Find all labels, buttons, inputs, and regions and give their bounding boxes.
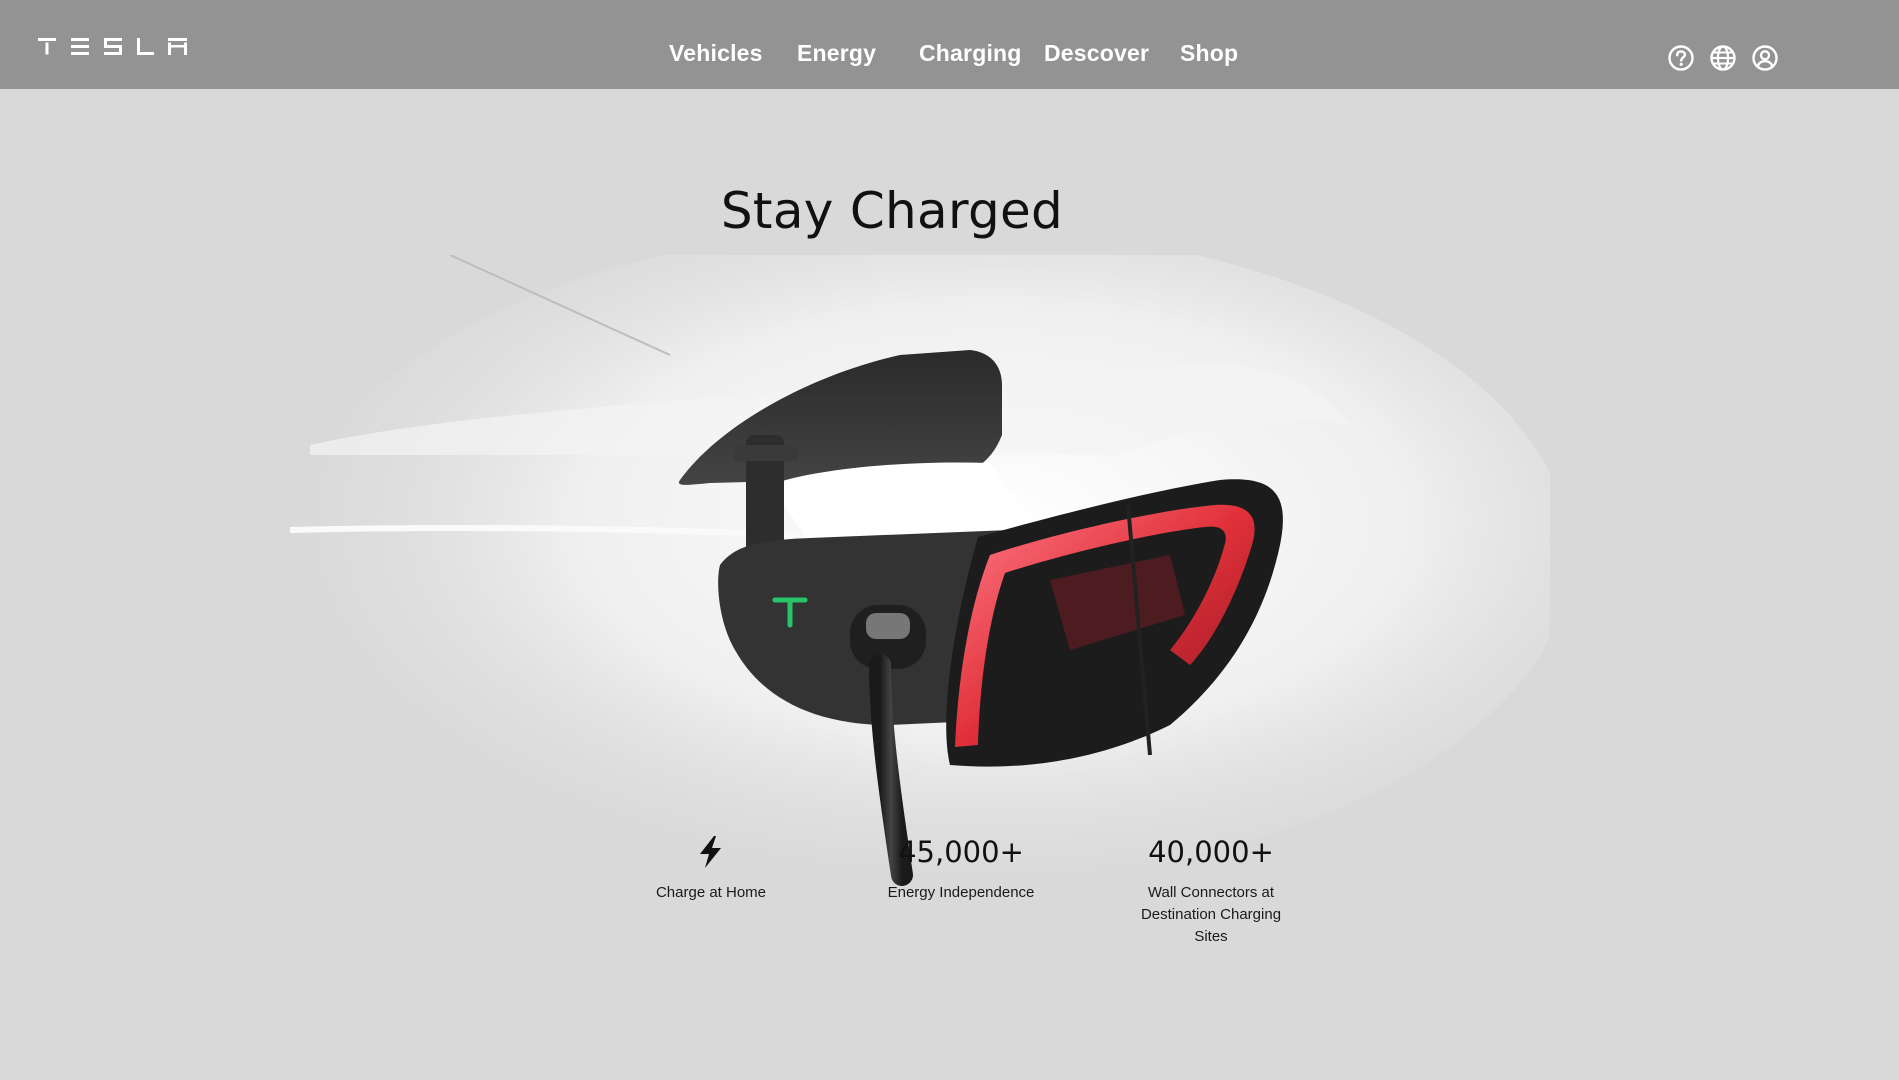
account-icon[interactable]: [1751, 44, 1779, 72]
globe-icon[interactable]: [1709, 44, 1737, 72]
stat-value: 40,000+: [1148, 835, 1274, 869]
stat-energy-independence: 45,000+ Energy Independence: [861, 834, 1061, 904]
stat-label: Charge at Home: [655, 884, 767, 901]
main-nav: Vehicles Energy Charging Descover Shop: [0, 40, 1899, 72]
stat-value: 45,000+: [898, 835, 1024, 869]
stat-label: Wall Connectors at Destination Charging …: [1140, 884, 1282, 945]
nav-item-shop[interactable]: Shop: [1180, 40, 1238, 67]
nav-item-discover[interactable]: Descover: [1044, 40, 1149, 67]
charging-car-image: [290, 255, 1550, 886]
page-title: Stay Charged: [720, 182, 1064, 240]
stat-wall-connectors: 40,000+ Wall Connectors at Destination C…: [1111, 834, 1311, 948]
nav-item-vehicles[interactable]: Vehicles: [669, 40, 763, 67]
lightning-icon: [700, 836, 721, 868]
help-icon[interactable]: [1667, 44, 1695, 72]
top-navigation-bar: Vehicles Energy Charging Descover Shop: [0, 0, 1899, 89]
nav-item-charging[interactable]: Charging: [919, 40, 1022, 67]
stat-charge-at-home: Charge at Home: [611, 834, 811, 904]
nav-item-energy[interactable]: Energy: [797, 40, 876, 67]
stat-label: Energy Independence: [887, 884, 1035, 901]
